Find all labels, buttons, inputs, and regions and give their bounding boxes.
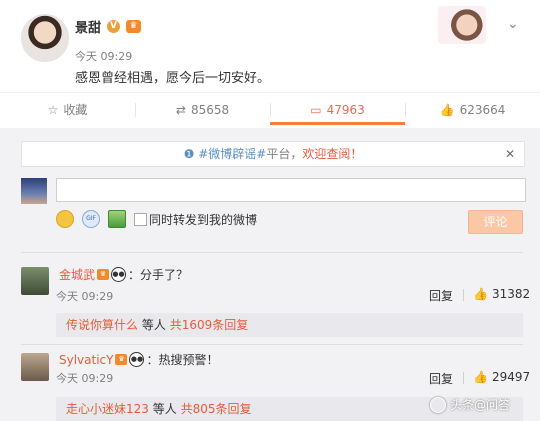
image-icon[interactable] (108, 210, 126, 228)
repost-button[interactable]: ⇄ 85658 (135, 93, 270, 126)
reply-button[interactable]: 回复 (429, 287, 453, 304)
current-user-avatar[interactable] (21, 178, 47, 204)
close-icon[interactable]: ✕ (505, 147, 515, 161)
sub-reply-mid: 等人 (152, 402, 177, 416)
watermark-text: 头条@问答 (450, 398, 511, 412)
like-count: 623664 (459, 102, 506, 117)
chevron-down-icon[interactable]: ⌄ (507, 16, 519, 32)
post-author-name[interactable]: 景甜 (75, 17, 101, 36)
comment-icon: ▭ (310, 102, 322, 117)
comment-divider (21, 252, 523, 253)
sub-reply-total[interactable]: 共1609条回复 (170, 318, 249, 332)
rumor-notice-banner: ❶ #微博辟谣#平台，欢迎查阅！ (21, 141, 525, 167)
repost-count: 85658 (190, 102, 230, 117)
member-crown-icon[interactable]: ♛ (126, 20, 142, 33)
post-timestamp[interactable]: 今天 09:29 (75, 48, 132, 64)
commenter-avatar[interactable] (21, 267, 49, 295)
member-crown-icon[interactable]: ♛ (97, 269, 110, 280)
repost-icon: ⇄ (175, 102, 186, 117)
comment-input[interactable] (56, 178, 526, 202)
decorative-avatar-image (438, 6, 486, 44)
sub-reply-total[interactable]: 共805条回复 (181, 402, 252, 416)
comment-header: SylvaticY ♛ ●● ：热搜预警！ (59, 351, 219, 368)
notice-hashtag-link[interactable]: #微博辟谣# (198, 147, 266, 161)
submit-comment-button[interactable]: 评论 (468, 210, 523, 234)
comment-text: ：分手了？ (128, 268, 189, 282)
like-button[interactable]: 👍 623664 (405, 93, 540, 126)
emoji-icon[interactable] (56, 210, 74, 228)
comment-text: ：热搜预警！ (146, 353, 219, 367)
thumb-up-icon: 👍 (473, 287, 488, 301)
member-crown-icon[interactable]: ♛ (115, 354, 128, 365)
panda-emoji-icon: ●● (129, 352, 145, 367)
sub-reply-user[interactable]: 传说你算什么 (66, 318, 138, 332)
favorite-label: 收藏 (63, 103, 88, 117)
sub-replies-summary[interactable]: 传说你算什么 等人 共1609条回复 (56, 313, 523, 337)
post-author-avatar[interactable] (21, 14, 69, 62)
commenter-name[interactable]: 金城武 (59, 266, 95, 283)
post-author-row: 景甜 V ♛ (75, 17, 142, 36)
gif-icon[interactable]: GIF (82, 210, 100, 228)
commenter-avatar[interactable] (21, 353, 49, 381)
comment-timestamp: 今天 09:29 (56, 372, 114, 385)
comment-like-button[interactable]: 👍 29497 (473, 370, 530, 384)
sub-reply-mid: 等人 (141, 318, 166, 332)
active-tab-indicator (270, 122, 405, 125)
comment-like-count: 29497 (491, 370, 531, 384)
info-icon: ❶ (183, 147, 195, 161)
reply-button[interactable]: 回复 (429, 370, 453, 387)
favorite-button[interactable]: ☆ 收藏 (0, 93, 135, 126)
notice-welcome-link[interactable]: 欢迎查阅！ (302, 147, 362, 161)
watermark-logo-icon (430, 396, 446, 413)
thumb-up-icon: 👍 (439, 102, 455, 117)
panda-emoji-icon: ●● (111, 267, 127, 282)
comment-like-count: 31382 (491, 287, 531, 301)
comment-like-button[interactable]: 👍 31382 (473, 287, 530, 301)
action-divider (463, 289, 464, 301)
repost-checkbox[interactable] (134, 213, 147, 226)
action-divider (463, 372, 464, 384)
sub-reply-user[interactable]: 走心小迷妹123 (66, 402, 149, 416)
comment-timestamp: 今天 09:29 (56, 290, 114, 303)
comment-header: 金城武 ♛ ●● ：分手了？ (59, 266, 188, 283)
watermark: 头条@问答 (430, 396, 510, 413)
post-text: 感恩曾经相遇，愿今后一切安好。 (75, 71, 271, 86)
star-icon: ☆ (47, 102, 59, 117)
repost-checkbox-label: 同时转发到我的微博 (149, 213, 258, 227)
comment-divider (21, 344, 523, 345)
commenter-name[interactable]: SylvaticY (59, 353, 113, 367)
post-action-bar: ☆ 收藏 ⇄ 85658 ▭ 47963 👍 623664 (0, 92, 540, 126)
notice-platform: 平台， (266, 147, 303, 161)
thumb-up-icon: 👍 (473, 370, 488, 384)
comment-count: 47963 (326, 102, 365, 117)
verified-v-badge-icon[interactable]: V (107, 20, 121, 33)
